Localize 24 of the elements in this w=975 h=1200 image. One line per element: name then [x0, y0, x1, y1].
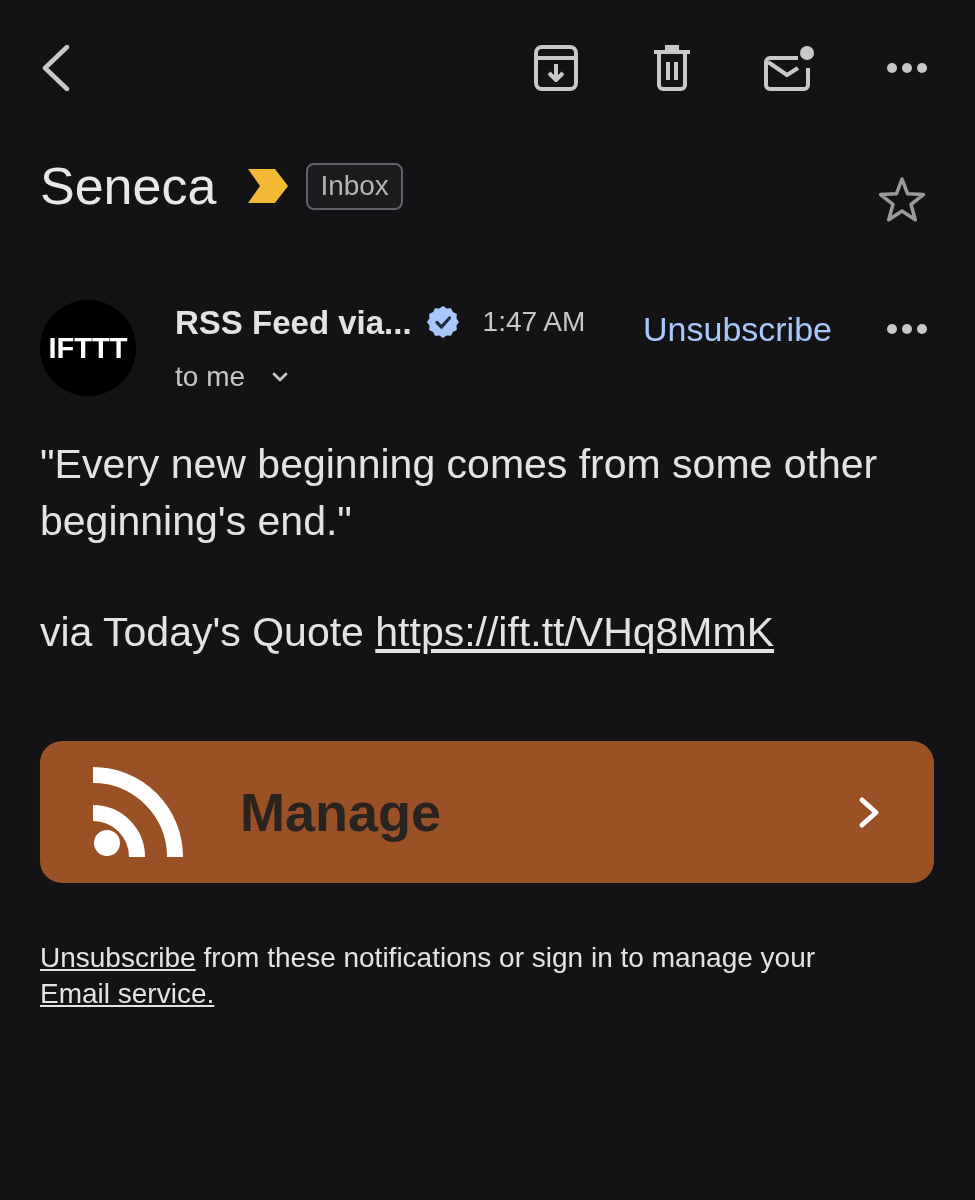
label-tag: Inbox [306, 162, 403, 210]
message-time: 1:47 AM [482, 308, 586, 336]
recipient-details-button[interactable]: to me [175, 359, 289, 395]
footer-link[interactable]: Email service. [40, 978, 215, 1009]
message-text: via Today's Quote https://ift.tt/VHq8MmK [40, 608, 776, 657]
importance-marker-icon[interactable] [248, 169, 289, 203]
subject-title: Seneca [40, 160, 217, 212]
footer-text: Unsubscribe from these notifications or sign in to manage your Email service. [40, 941, 817, 1011]
chevron-down-icon[interactable] [272, 372, 289, 382]
trash-icon[interactable] [654, 45, 690, 91]
archive-icon[interactable] [534, 45, 578, 91]
avatar-logo-text: IFTTT [48, 333, 128, 363]
more-icon[interactable] [887, 324, 927, 334]
back-icon[interactable] [40, 45, 70, 91]
chevron-right-icon [858, 795, 882, 829]
unsubscribe-link[interactable]: Unsubscribe [643, 309, 832, 349]
quote-link[interactable]: https://ift.tt/VHq8MmK [375, 609, 775, 655]
footer-link[interactable]: Unsubscribe [40, 942, 196, 973]
star-icon[interactable] [877, 177, 927, 223]
rss-icon [93, 767, 184, 857]
envelope-dot-icon[interactable] [764, 45, 814, 91]
more-icon[interactable] [887, 63, 927, 73]
message-text: "Every new beginning comes from some other beginning's end." [40, 440, 879, 546]
sender-name: RSS Feed via... [175, 305, 412, 339]
